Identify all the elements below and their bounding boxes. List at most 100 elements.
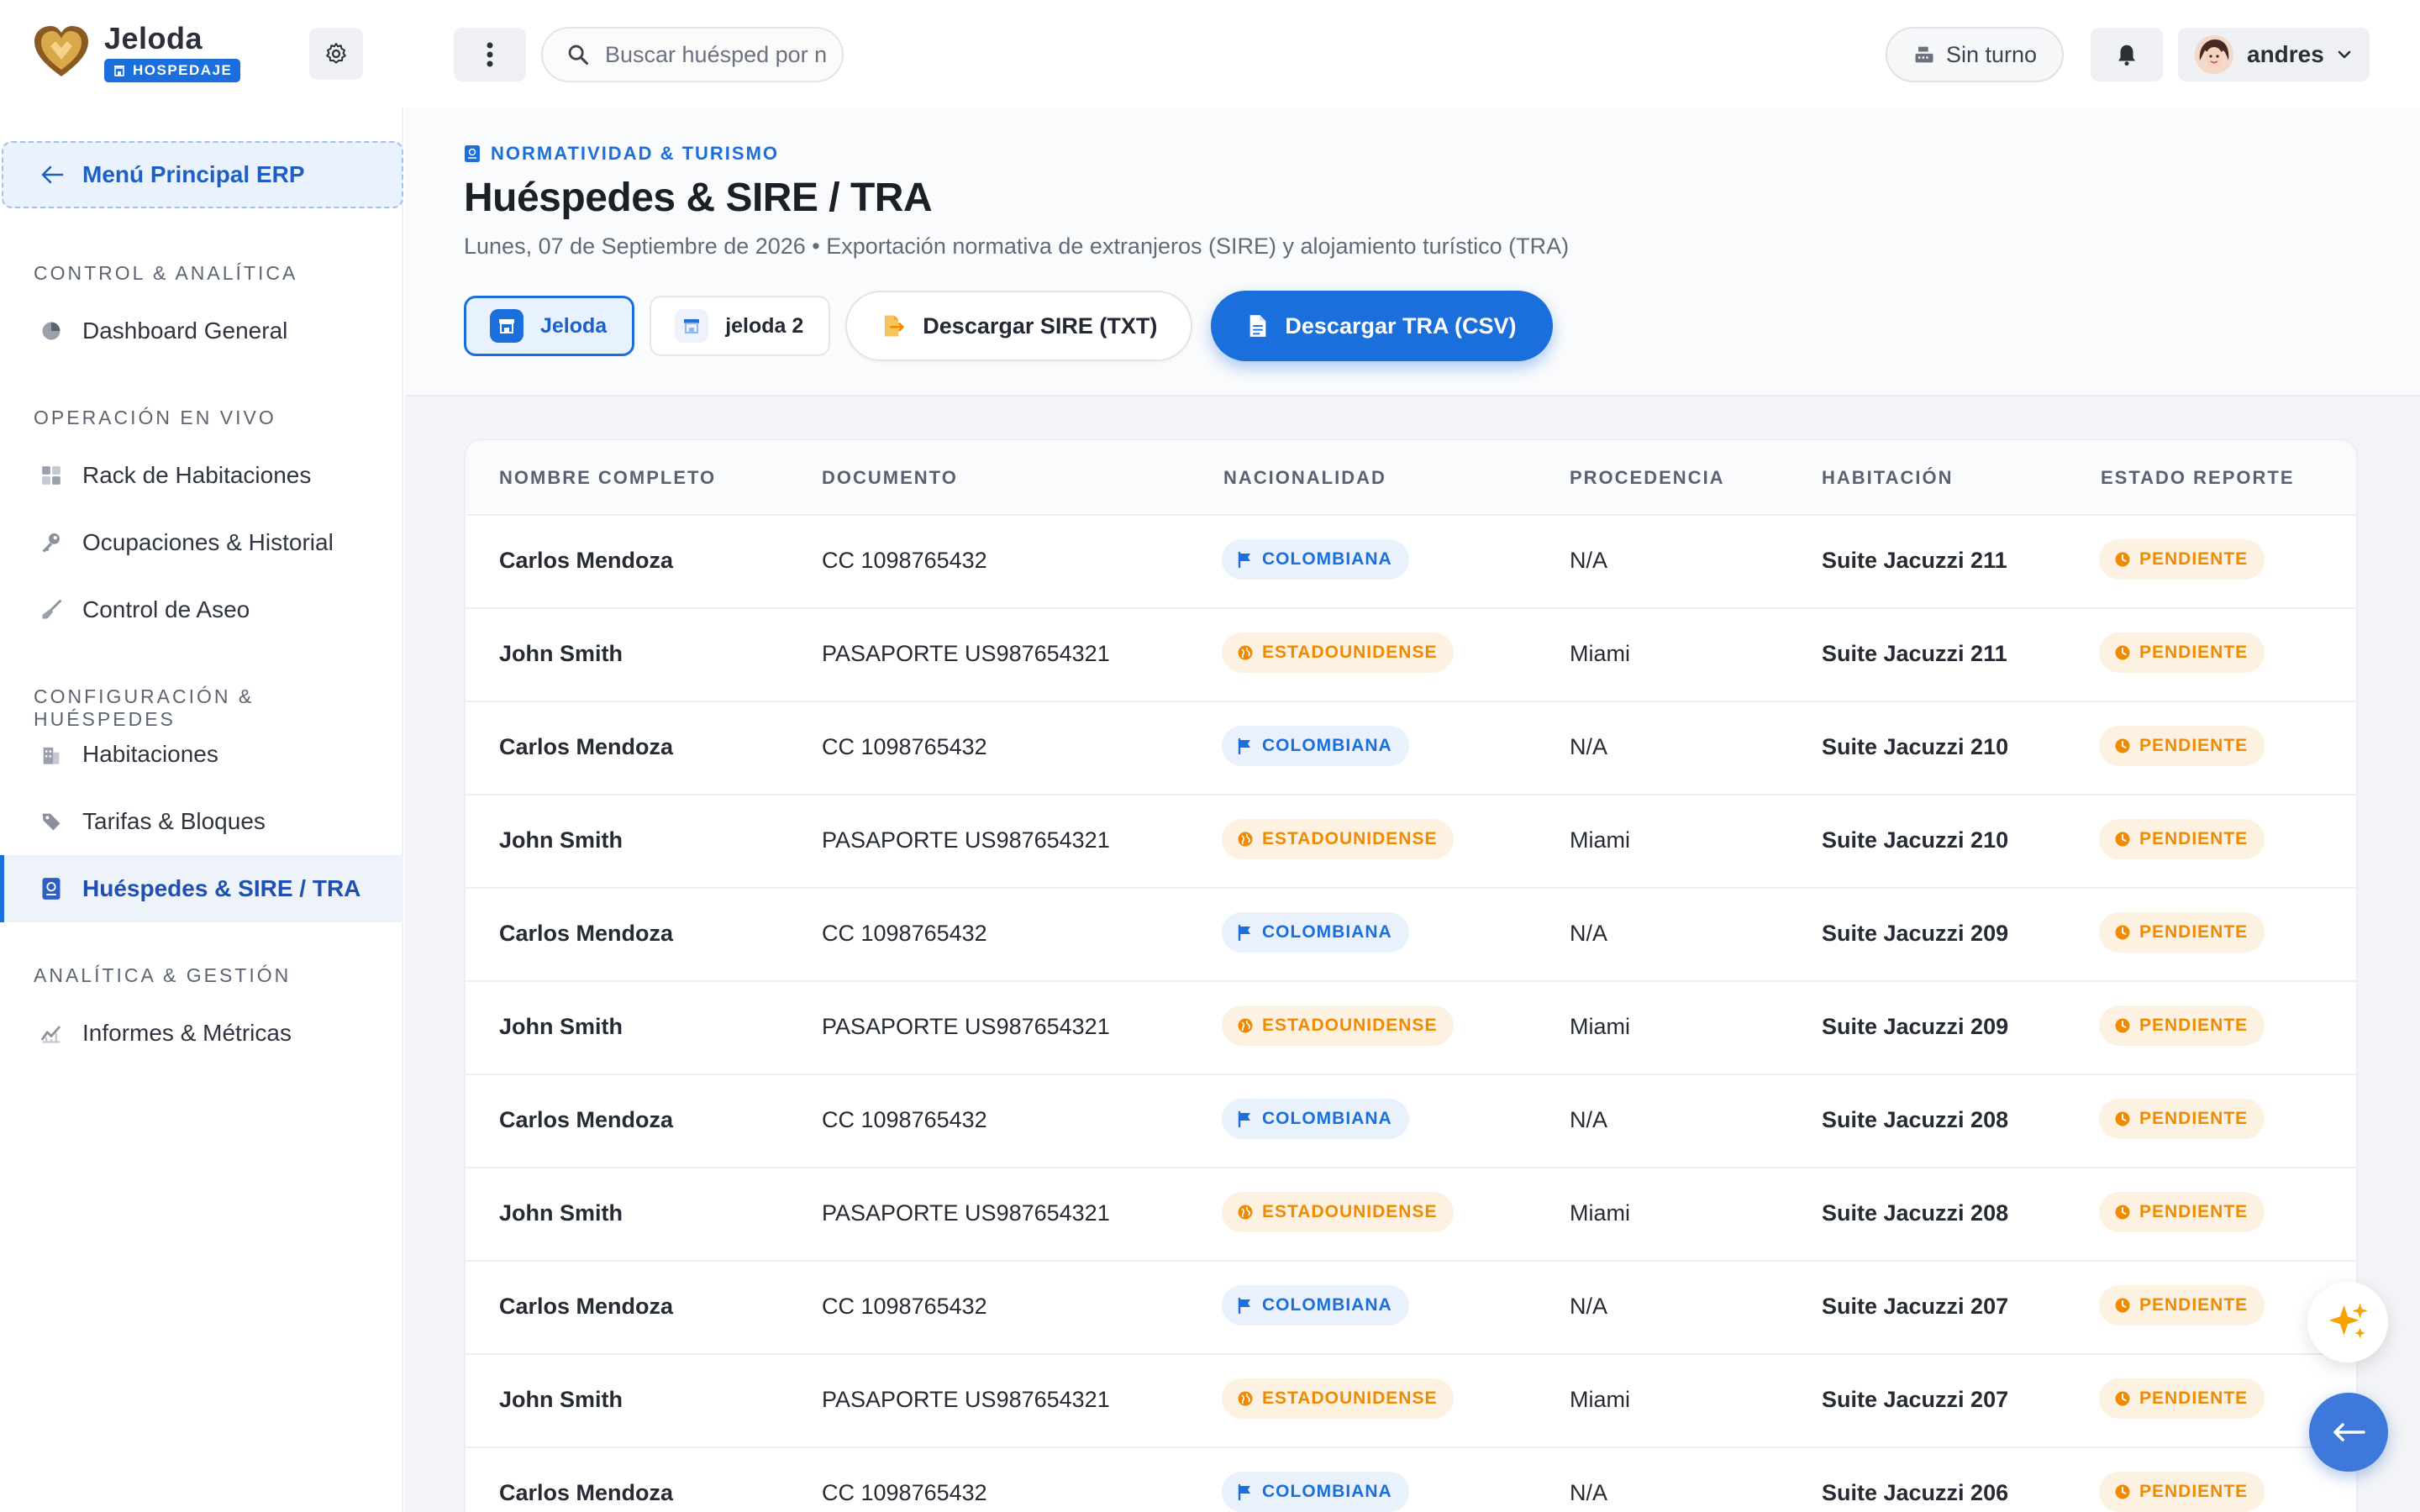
status-label: PENDIENTE — [2139, 643, 2249, 662]
brand-badge-label: HOSPEDAJE — [133, 62, 233, 78]
hotel-icon — [114, 66, 124, 76]
notifications-button[interactable] — [2091, 28, 2163, 81]
search-icon — [568, 45, 589, 66]
clock-icon — [2114, 831, 2131, 848]
table-row[interactable]: Carlos Mendoza CC 1098765432 COLOMBIANA N/A… — [466, 1075, 2356, 1168]
globe-icon — [1237, 1017, 1254, 1034]
guest-document: PASAPORTE US987654321 — [822, 1200, 1110, 1226]
table-row[interactable]: John Smith PASAPORTE US987654321 ESTADOUNI… — [466, 1168, 2356, 1262]
globe-icon — [1237, 1390, 1254, 1407]
guest-document: CC 1098765432 — [822, 1107, 987, 1132]
sidebar-item-huespedes-sire[interactable]: Huéspedes & SIRE / TRA — [0, 855, 403, 922]
guest-document: PASAPORTE US987654321 — [822, 1387, 1110, 1412]
sidebar-item-tarifas[interactable]: Tarifas & Bloques — [0, 788, 403, 855]
hotel-chip-label: Jeloda — [540, 313, 608, 338]
brand-name: Jeloda — [104, 21, 203, 55]
table-row[interactable]: Carlos Mendoza CC 1098765432 COLOMBIANA N/A… — [466, 702, 2356, 795]
globe-icon — [1237, 831, 1254, 848]
table-row[interactable]: John Smith PASAPORTE US987654321 ESTADOUNI… — [466, 609, 2356, 702]
content-area: NOMBRE COMPLETO DOCUMENTO NACIONALIDAD P… — [405, 396, 2420, 1512]
guest-room: Suite Jacuzzi 210 — [1822, 734, 2009, 759]
line-chart-icon — [39, 1021, 64, 1046]
building-icon — [39, 742, 64, 767]
guest-document: CC 1098765432 — [822, 734, 987, 759]
nationality-label: COLOMBIANA — [1262, 922, 1392, 942]
ai-assistant-button[interactable] — [2307, 1282, 2388, 1362]
table-row[interactable]: John Smith PASAPORTE US987654321 ESTADOUNI… — [466, 1355, 2356, 1448]
sidebar-item-rack[interactable]: Rack de Habitaciones — [0, 442, 403, 509]
guest-document: PASAPORTE US987654321 — [822, 641, 1110, 666]
table-row[interactable]: Carlos Mendoza CC 1098765432 COLOMBIANA N/A… — [466, 516, 2356, 609]
flag-icon — [1237, 924, 1254, 941]
sidebar-item-aseo[interactable]: Control de Aseo — [0, 576, 403, 643]
flag-icon — [1237, 738, 1254, 754]
sidebar-item-informes[interactable]: Informes & Métricas — [0, 1000, 403, 1067]
user-menu-button[interactable]: andres — [2178, 28, 2370, 81]
search-input[interactable] — [605, 41, 832, 68]
status-label: PENDIENTE — [2139, 736, 2249, 755]
top-bar: Jeloda HOSPEDAJE Sin turno andres — [0, 0, 2420, 108]
nationality-badge: ESTADOUNIDENSE — [1222, 819, 1455, 859]
pie-chart-icon — [39, 318, 64, 344]
search-box[interactable] — [541, 27, 844, 82]
sidebar-item-dashboard[interactable]: Dashboard General — [0, 297, 403, 365]
status-badge: PENDIENTE — [2099, 726, 2265, 766]
more-options-button[interactable] — [454, 28, 526, 81]
column-header-nationality[interactable]: NACIONALIDAD — [1223, 467, 1386, 489]
guest-room: Suite Jacuzzi 209 — [1822, 1014, 2009, 1039]
nationality-label: COLOMBIANA — [1262, 1109, 1392, 1128]
guest-document: CC 1098765432 — [822, 548, 987, 573]
sidebar-item-label: Ocupaciones & Historial — [82, 529, 334, 555]
status-badge: PENDIENTE — [2099, 912, 2265, 953]
table-row[interactable]: John Smith PASAPORTE US987654321 ESTADOUNI… — [466, 795, 2356, 889]
clock-icon — [2114, 1017, 2131, 1034]
nationality-label: COLOMBIANA — [1262, 1482, 1392, 1501]
table-row[interactable]: Carlos Mendoza CC 1098765432 COLOMBIANA N/A… — [466, 1448, 2356, 1512]
header-actions: Jeloda jeloda 2 Descargar SIRE (TXT) Des… — [464, 291, 1554, 361]
guest-origin: Miami — [1570, 827, 1630, 853]
guest-document: CC 1098765432 — [822, 921, 987, 946]
passport-icon — [39, 876, 64, 901]
status-label: PENDIENTE — [2139, 829, 2249, 848]
sparkles-icon — [2328, 1303, 2368, 1339]
status-label: PENDIENTE — [2139, 922, 2249, 942]
nationality-label: COLOMBIANA — [1262, 736, 1392, 755]
grid-icon — [39, 463, 64, 488]
status-badge: PENDIENTE — [2099, 539, 2265, 580]
sidebar-item-label: Rack de Habitaciones — [82, 462, 312, 488]
section-title-analitica: ANALÍTICA & GESTIÓN — [34, 964, 292, 986]
hotel-chip-jeloda[interactable]: Jeloda — [464, 296, 635, 356]
clock-icon — [2114, 1483, 2131, 1500]
table-row[interactable]: Carlos Mendoza CC 1098765432 COLOMBIANA N/A… — [466, 889, 2356, 982]
guest-name: Carlos Mendoza — [499, 1480, 674, 1505]
clock-icon — [2114, 551, 2131, 568]
guest-origin: Miami — [1570, 1387, 1630, 1412]
column-header-room[interactable]: HABITACIÓN — [1822, 467, 1953, 489]
back-floating-button[interactable] — [2309, 1393, 2388, 1472]
download-sire-button[interactable]: Descargar SIRE (TXT) — [845, 291, 1193, 361]
hotel-chip-jeloda-2[interactable]: jeloda 2 — [650, 296, 831, 356]
passport-icon — [465, 145, 480, 162]
settings-button[interactable] — [309, 28, 363, 80]
flag-icon — [1237, 1483, 1254, 1500]
column-header-name[interactable]: NOMBRE COMPLETO — [499, 467, 716, 489]
sidebar-item-habitaciones[interactable]: Habitaciones — [0, 721, 403, 788]
table-row[interactable]: Carlos Mendoza CC 1098765432 COLOMBIANA N/A… — [466, 1262, 2356, 1355]
gear-icon — [326, 43, 346, 64]
status-badge: PENDIENTE — [2099, 1099, 2265, 1139]
back-to-main-menu-button[interactable]: Menú Principal ERP — [2, 141, 403, 208]
sidebar-item-label: Tarifas & Bloques — [82, 808, 266, 834]
download-sire-label: Descargar SIRE (TXT) — [923, 312, 1158, 339]
column-header-origin[interactable]: PROCEDENCIA — [1570, 467, 1725, 489]
sidebar-item-ocupaciones[interactable]: Ocupaciones & Historial — [0, 509, 403, 576]
guest-name: John Smith — [499, 641, 623, 666]
column-header-status[interactable]: ESTADO REPORTE — [2101, 467, 2295, 489]
table-row[interactable]: John Smith PASAPORTE US987654321 ESTADOUNI… — [466, 982, 2356, 1075]
download-tra-button[interactable]: Descargar TRA (CSV) — [1211, 291, 1554, 361]
column-header-document[interactable]: DOCUMENTO — [822, 467, 958, 489]
avatar — [2195, 35, 2233, 74]
status-badge: PENDIENTE — [2099, 1472, 2265, 1512]
brand[interactable]: Jeloda HOSPEDAJE — [32, 21, 241, 82]
guests-table: NOMBRE COMPLETO DOCUMENTO NACIONALIDAD P… — [464, 438, 2358, 1512]
shift-status-button[interactable]: Sin turno — [1886, 27, 2064, 82]
